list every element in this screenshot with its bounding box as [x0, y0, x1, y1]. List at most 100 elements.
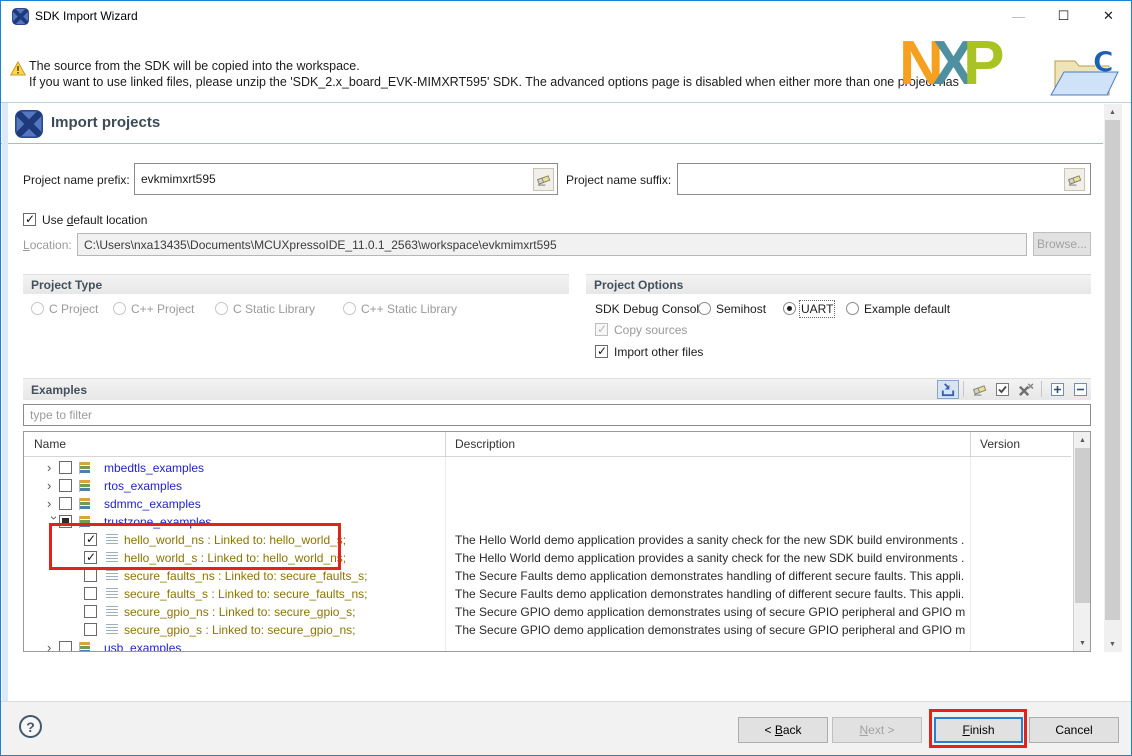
column-divider[interactable]: [970, 432, 971, 457]
table-row[interactable]: secure_gpio_s : Linked to: secure_gpio_n…: [24, 621, 1071, 639]
scroll-down-arrow[interactable]: ▼: [1074, 635, 1091, 651]
title-bar[interactable]: SDK Import Wizard — ☐ ✕: [1, 1, 1131, 31]
dialog-scrollbar[interactable]: ▲ ▼: [1104, 104, 1122, 652]
deselect-all-button[interactable]: [1014, 380, 1036, 399]
page-header: Import projects: [1, 103, 1103, 144]
table-scrollbar[interactable]: ▲ ▼: [1073, 432, 1091, 651]
uart-label[interactable]: UART: [801, 302, 833, 316]
column-header-version[interactable]: Version: [980, 437, 1020, 451]
semihost-label[interactable]: Semihost: [716, 302, 766, 316]
scrollbar-thumb[interactable]: [1105, 120, 1120, 620]
table-row[interactable]: secure_faults_ns : Linked to: secure_fau…: [24, 567, 1071, 585]
row-checkbox[interactable]: [59, 515, 72, 528]
scrollbar-thumb[interactable]: [1075, 448, 1090, 603]
row-checkbox[interactable]: [84, 569, 97, 582]
uart-radio[interactable]: [783, 302, 796, 315]
prefix-label: Project name prefix:: [23, 173, 130, 187]
cancel-button[interactable]: Cancel: [1029, 717, 1119, 743]
help-button[interactable]: ?: [19, 715, 42, 738]
page-title: Import projects: [51, 114, 160, 131]
table-row[interactable]: hello_world_ns : Linked to: hello_world_…: [24, 531, 1071, 549]
location-label: Location:: [23, 238, 72, 252]
clear-filter-button[interactable]: [968, 380, 990, 399]
example-name[interactable]: secure_faults_ns : Linked to: secure_fau…: [124, 569, 367, 583]
cpp-static-library-label: C++ Static Library: [361, 302, 457, 316]
project-type-section-header: Project Type: [23, 274, 569, 294]
finish-button[interactable]: Finish: [934, 717, 1023, 743]
example-description: The Secure Faults demo application demon…: [455, 587, 965, 601]
examples-filter-input[interactable]: [23, 404, 1091, 426]
example-name[interactable]: hello_world_ns : Linked to: hello_world_…: [124, 533, 346, 547]
row-checkbox[interactable]: [59, 497, 72, 510]
column-header-description[interactable]: Description: [455, 437, 515, 451]
import-from-filesystem-button[interactable]: [937, 380, 959, 399]
scroll-up-arrow[interactable]: ▲: [1074, 432, 1091, 448]
suffix-label: Project name suffix:: [566, 173, 671, 187]
table-row[interactable]: › mbedtls_examples: [24, 459, 1071, 477]
table-header: Name Description Version: [24, 432, 1071, 457]
cpp-static-library-radio: [343, 302, 356, 315]
row-checkbox[interactable]: [84, 587, 97, 600]
example-name[interactable]: trustzone_examples: [104, 515, 211, 529]
example-name[interactable]: hello_world_s : Linked to: hello_world_n…: [124, 551, 346, 565]
expander-icon[interactable]: ›: [47, 460, 59, 475]
suffix-input[interactable]: [677, 163, 1091, 195]
example-name[interactable]: rtos_examples: [104, 479, 182, 493]
clear-selection-x-icon: [1017, 382, 1034, 397]
table-row[interactable]: secure_faults_s : Linked to: secure_faul…: [24, 585, 1071, 603]
collapse-all-button[interactable]: [1069, 380, 1091, 399]
import-other-files-label[interactable]: Import other files: [614, 345, 703, 359]
expander-icon[interactable]: ›: [47, 478, 59, 493]
expander-icon[interactable]: ›: [47, 640, 59, 652]
table-row[interactable]: › usb_examples: [24, 639, 1071, 652]
left-accent-strip: [2, 103, 8, 756]
example-default-radio[interactable]: [846, 302, 859, 315]
table-row[interactable]: › rtos_examples: [24, 477, 1071, 495]
suffix-clear-button[interactable]: [1064, 168, 1085, 191]
row-checkbox[interactable]: [84, 623, 97, 636]
import-tray-icon: [940, 382, 956, 397]
table-row[interactable]: hello_world_s : Linked to: hello_world_n…: [24, 549, 1071, 567]
example-name[interactable]: secure_faults_s : Linked to: secure_faul…: [124, 587, 367, 601]
project-options-section-header: Project Options: [586, 274, 1091, 294]
table-row[interactable]: secure_gpio_ns : Linked to: secure_gpio_…: [24, 603, 1071, 621]
sdk-component-icon: [79, 516, 90, 528]
maximize-button[interactable]: ☐: [1041, 1, 1086, 31]
row-checkbox[interactable]: [59, 641, 72, 652]
use-default-location-label[interactable]: Use default location: [42, 213, 147, 227]
select-all-button[interactable]: [991, 380, 1013, 399]
row-checkbox[interactable]: [84, 533, 97, 546]
row-checkbox[interactable]: [84, 605, 97, 618]
expand-all-button[interactable]: [1046, 380, 1068, 399]
copy-sources-checkbox: [595, 323, 608, 336]
import-other-files-checkbox[interactable]: [595, 345, 608, 358]
row-checkbox[interactable]: [59, 461, 72, 474]
column-header-name[interactable]: Name: [34, 437, 66, 451]
back-button[interactable]: < Back: [738, 717, 828, 743]
sdk-component-icon: [79, 462, 90, 474]
table-row[interactable]: › trustzone_examples: [24, 513, 1071, 531]
example-name[interactable]: secure_gpio_s : Linked to: secure_gpio_n…: [124, 623, 356, 637]
scroll-up-arrow[interactable]: ▲: [1104, 104, 1121, 120]
example-default-label[interactable]: Example default: [864, 302, 950, 316]
example-name[interactable]: secure_gpio_ns : Linked to: secure_gpio_…: [124, 605, 356, 619]
semihost-radio[interactable]: [698, 302, 711, 315]
scroll-down-arrow[interactable]: ▼: [1104, 636, 1121, 652]
table-row[interactable]: › sdmmc_examples: [24, 495, 1071, 513]
example-name[interactable]: mbedtls_examples: [104, 461, 204, 475]
column-divider[interactable]: [445, 432, 446, 457]
example-name[interactable]: sdmmc_examples: [104, 497, 201, 511]
example-description: The Hello World demo application provide…: [455, 551, 965, 565]
example-lines-icon: [106, 534, 118, 545]
use-default-location-checkbox[interactable]: [23, 213, 36, 226]
prefix-clear-button[interactable]: [533, 168, 554, 191]
expander-icon[interactable]: ›: [47, 496, 59, 511]
warning-text-line2: If you want to use linked files, please …: [29, 75, 959, 89]
row-checkbox[interactable]: [59, 479, 72, 492]
collapse-all-icon: [1073, 382, 1088, 397]
example-name[interactable]: usb_examples: [104, 641, 181, 652]
close-button[interactable]: ✕: [1086, 1, 1131, 31]
prefix-input[interactable]: [134, 163, 558, 195]
row-checkbox[interactable]: [84, 551, 97, 564]
examples-section-header: Examples: [23, 378, 1091, 400]
